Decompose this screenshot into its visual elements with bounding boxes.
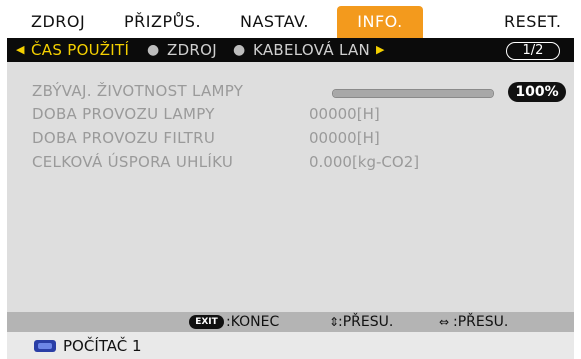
carbon-savings-value: 0.000[kg-CO2] xyxy=(309,153,420,171)
filter-hours-label: DOBA PROVOZU FILTRU xyxy=(32,129,216,147)
projector-osd-menu: ZDROJ PŘIZPŮS. NASTAV. INFO. RESET. ◀ ČA… xyxy=(7,6,574,332)
help-bar: EXIT :KONEC ⇕ :PŘESU. ⇔ :PŘESU. xyxy=(7,312,574,332)
subnav-item-kabelova-lan[interactable]: KABELOVÁ LAN xyxy=(253,38,370,62)
lamp-life-label: ZBÝVAJ. ŽIVOTNOST LAMPY xyxy=(32,82,244,100)
tab-zdroj[interactable]: ZDROJ xyxy=(31,6,85,38)
input-source-label: POČÍTAČ 1 xyxy=(63,337,142,355)
left-right-arrow-icon: ⇔ xyxy=(439,315,450,329)
exit-key-icon: EXIT xyxy=(189,315,224,329)
tab-reset[interactable]: RESET. xyxy=(504,6,561,38)
triangle-right-icon[interactable]: ▶ xyxy=(376,38,384,62)
menu-tabs: ZDROJ PŘIZPŮS. NASTAV. INFO. RESET. xyxy=(7,6,574,38)
exit-help-label: :KONEC xyxy=(226,314,280,330)
lamp-hours-value: 00000[H] xyxy=(309,105,380,123)
carbon-savings-label: CELKOVÁ ÚSPORA UHLÍKU xyxy=(32,153,234,171)
input-source-footer: POČÍTAČ 1 xyxy=(7,332,574,359)
lamp-life-percent: 100% xyxy=(508,82,566,102)
page-indicator: 1/2 xyxy=(506,42,560,60)
sub-navigation: ◀ ČAS POUŽITÍ ● ZDROJ ● KABELOVÁ LAN ▶ 1… xyxy=(7,38,574,62)
tab-info[interactable]: INFO. xyxy=(337,6,423,38)
tab-nastav[interactable]: NASTAV. xyxy=(240,6,309,38)
tab-prizpus[interactable]: PŘIZPŮS. xyxy=(124,6,201,38)
subnav-item-cas-pouziti[interactable]: ČAS POUŽITÍ xyxy=(31,38,129,62)
subnav-item-zdroj[interactable]: ZDROJ xyxy=(167,38,217,62)
filter-hours-value: 00000[H] xyxy=(309,129,380,147)
lamp-hours-label: DOBA PROVOZU LAMPY xyxy=(32,105,215,123)
lamp-life-bar xyxy=(332,89,494,98)
separator-dot: ● xyxy=(233,42,246,58)
computer-input-icon xyxy=(34,340,56,352)
move-updown-label: :PŘESU. xyxy=(338,314,394,330)
lamp-life-bar-fill xyxy=(333,90,493,97)
move-leftright-label: :PŘESU. xyxy=(453,314,509,330)
separator-dot: ● xyxy=(147,42,160,58)
triangle-left-icon[interactable]: ◀ xyxy=(16,38,24,62)
